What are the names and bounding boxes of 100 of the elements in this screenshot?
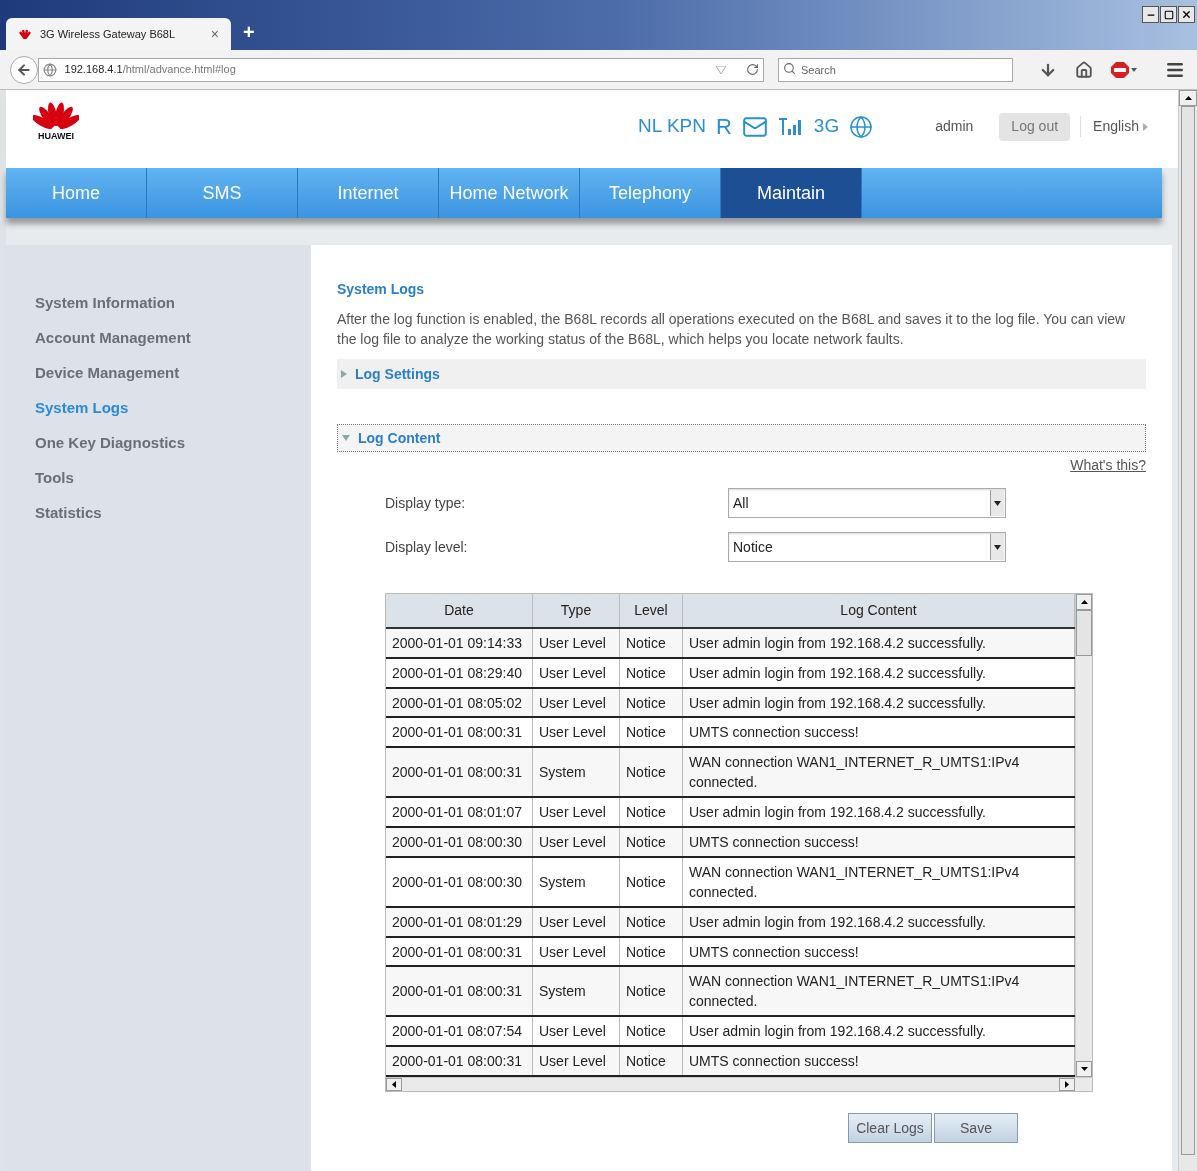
table-cell: Notice (620, 718, 683, 747)
sidebar-item[interactable]: System Logs (35, 397, 311, 417)
table-cell: Notice (620, 937, 683, 966)
operator-name: NL KPN (638, 114, 706, 139)
horizontal-scrollbar[interactable] (386, 1077, 1092, 1091)
table-cell: User Level (533, 628, 620, 657)
scroll-up-icon[interactable] (1076, 594, 1092, 610)
close-button[interactable] (1178, 6, 1195, 23)
section-header-expanded[interactable]: Log Content (337, 424, 1146, 452)
search-field[interactable]: Search (778, 58, 1013, 82)
table-cell: User Level (533, 907, 620, 936)
maximize-button[interactable] (1160, 6, 1177, 23)
caret-icon (1143, 122, 1148, 131)
table-cell: User Level (533, 798, 620, 827)
table-cell: 2000-01-01 08:00:31 (386, 1047, 533, 1075)
sidebar-item[interactable]: Tools (35, 467, 311, 487)
table-cell: User Level (533, 937, 620, 966)
table-cell: Notice (620, 748, 683, 797)
sidebar-item[interactable]: System Information (35, 292, 311, 312)
logo-text: HUAWEI (38, 132, 74, 141)
scroll-left-icon[interactable] (386, 1078, 402, 1091)
table-cell: User Level (533, 828, 620, 856)
table-cell: 2000-01-01 08:01:29 (386, 907, 533, 936)
table-cell: 2000-01-01 08:00:30 (386, 828, 533, 856)
address-bar[interactable]: 192.168.4.1/html/advance.html#log (37, 57, 764, 82)
table-cell: Notice (620, 1047, 683, 1075)
table-cell: 2000-01-01 08:00:31 (386, 937, 533, 966)
scroll-thumb[interactable] (1076, 610, 1092, 656)
adblock-icon[interactable] (1111, 61, 1137, 78)
sidebar-item[interactable]: Device Management (35, 362, 311, 382)
new-tab-button[interactable]: + (243, 17, 255, 47)
home-icon[interactable] (1075, 60, 1093, 79)
table-cell: User Level (533, 658, 620, 687)
scroll-up-icon[interactable] (1179, 90, 1197, 106)
maximize-icon (1163, 9, 1174, 20)
table-cell: System (533, 967, 620, 1016)
description-text: After the log function is enabled, the B68L records all operations executed on the B68L and saves it to the log file. You can view the log file to analyze the working status of the B68L, which helps you locate network faults. (337, 310, 1127, 349)
expanded-arrow-icon (342, 435, 350, 441)
signal-icon (777, 116, 804, 137)
sidebar-item[interactable]: Account Management (35, 327, 311, 347)
table-cell: Notice (620, 658, 683, 687)
nav-tab[interactable]: Maintain (721, 168, 862, 218)
filter-dropdown[interactable]: All (728, 488, 1006, 518)
page-scrollbar[interactable] (1178, 90, 1197, 1171)
vertical-scrollbar[interactable] (1075, 594, 1092, 1077)
nav-tab[interactable]: SMS (147, 168, 298, 218)
minimize-button[interactable] (1142, 6, 1159, 23)
table-cell: Notice (620, 907, 683, 936)
section-header[interactable]: Log Settings (337, 359, 1146, 389)
globe-icon (849, 114, 874, 139)
action-button[interactable]: Clear Logs (848, 1113, 932, 1143)
table-cell: 2000-01-01 08:00:31 (386, 748, 533, 797)
username: admin (935, 117, 974, 136)
table-cell: 2000-01-01 08:05:02 (386, 688, 533, 717)
url-text: 192.168.4.1/html/advance.html#log (64, 62, 237, 78)
sidebar-item[interactable]: One Key Diagnostics (35, 432, 311, 452)
nav-tab[interactable]: Home Network (439, 168, 580, 218)
scroll-right-icon[interactable] (1059, 1078, 1075, 1091)
table-cell: User Level (533, 688, 620, 717)
column-header: Level (620, 594, 683, 627)
table-cell: Notice (620, 628, 683, 657)
column-header: Date (386, 594, 533, 627)
filter-label: Display type: (385, 493, 466, 513)
table-cell: User Level (533, 1047, 620, 1075)
table-cell: 2000-01-01 09:14:33 (386, 628, 533, 657)
table-cell: System (533, 748, 620, 797)
table-cell: Notice (620, 798, 683, 827)
table-cell: 2000-01-01 08:07:54 (386, 1017, 533, 1046)
nav-tab[interactable]: Internet (298, 168, 439, 218)
back-button[interactable] (10, 55, 38, 84)
close-icon (1181, 9, 1192, 20)
scroll-thumb[interactable] (1181, 106, 1195, 1155)
reload-icon[interactable] (746, 63, 759, 76)
table-cell: Notice (620, 688, 683, 717)
nav-tab[interactable]: Home (6, 168, 147, 218)
tab-title: 3G Wireless Gateway B68L (40, 26, 177, 42)
scroll-down-icon[interactable] (1076, 1061, 1092, 1077)
table-cell: System (533, 857, 620, 906)
network-type: 3G (813, 114, 840, 139)
table-cell: 2000-01-01 08:00:31 (386, 718, 533, 747)
logout-button[interactable]: Log out (999, 112, 1071, 141)
table-cell: 2000-01-01 08:00:30 (386, 857, 533, 906)
action-button[interactable]: Save (934, 1113, 1018, 1143)
sidebar-item[interactable]: Statistics (35, 502, 311, 522)
filter-dropdown[interactable]: Notice (728, 532, 1006, 562)
language-selector[interactable]: English (1080, 116, 1148, 137)
dropdown-icon (716, 65, 726, 74)
tab-close[interactable]: × (210, 23, 219, 45)
roaming-indicator: R (715, 113, 732, 141)
page-title: System Logs (337, 280, 426, 299)
table-cell: 2000-01-01 08:00:31 (386, 967, 533, 1016)
table-cell: User Level (533, 1017, 620, 1046)
tab-logo-icon (18, 29, 32, 39)
table-cell: Notice (620, 828, 683, 856)
browser-tab[interactable]: 3G Wireless Gateway B68L × (6, 18, 231, 50)
whats-this-link[interactable]: What's this? (1070, 455, 1146, 476)
column-header: Type (533, 594, 620, 627)
table-cell: Notice (620, 857, 683, 906)
table-cell: Notice (620, 967, 683, 1016)
table-cell: User Level (533, 718, 620, 747)
